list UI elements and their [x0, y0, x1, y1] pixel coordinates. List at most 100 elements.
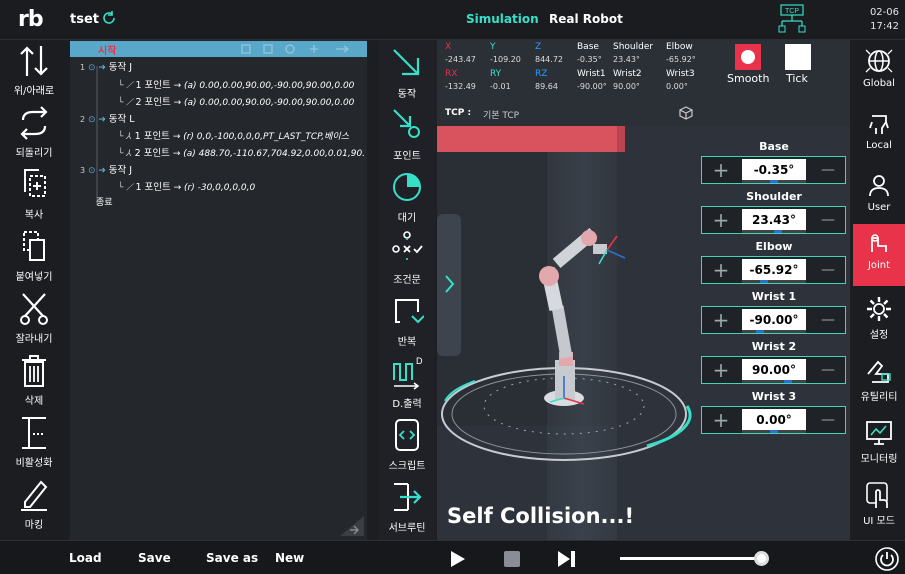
joint-frame-button[interactable]: Joint: [853, 224, 905, 286]
tree-start-row[interactable]: 시작: [70, 41, 367, 57]
joint-decrease-button[interactable]: —: [812, 409, 844, 431]
motion-command-button[interactable]: 동작: [378, 44, 436, 106]
local-frame-button[interactable]: Local: [853, 104, 905, 164]
tree-row[interactable]: 3 ⊙ ➜ 동작 J: [80, 162, 132, 176]
tab-simulation[interactable]: Simulation: [466, 12, 539, 26]
collision-message: Self Collision...!: [447, 504, 635, 528]
joint-increase-button[interactable]: +: [705, 158, 737, 182]
tree-end-row[interactable]: 종료: [96, 195, 113, 208]
cut-button[interactable]: 잘라내기: [0, 288, 68, 350]
move-up-down-label: 위/아래로: [13, 86, 55, 97]
joint-decrease-button[interactable]: —: [812, 159, 844, 181]
condition-command-button[interactable]: 조건문: [378, 230, 436, 292]
digital-output-button[interactable]: D D.출력: [378, 354, 436, 416]
tick-toggle[interactable]: [785, 44, 811, 70]
joint-level-indicator: [756, 330, 764, 333]
undo-label: 되돌리기: [15, 148, 53, 159]
subroutine-label: 서브루틴: [388, 523, 426, 534]
stop-icon[interactable]: [503, 550, 521, 568]
joint-value[interactable]: 90.00°: [742, 359, 806, 381]
cube-icon[interactable]: [679, 106, 693, 120]
smooth-toggle[interactable]: [735, 44, 761, 70]
copy-label: 복사: [24, 210, 44, 221]
joint-decrease-button[interactable]: —: [812, 209, 844, 231]
up-down-arrows-icon: [20, 46, 48, 76]
move-up-down-button[interactable]: 위/아래로: [0, 40, 68, 102]
global-frame-button[interactable]: Global: [853, 42, 905, 102]
script-button[interactable]: 스크립트: [378, 416, 436, 478]
tree-row[interactable]: └ ⟋ 2 포인트 → (a) 0.00,0.00,90.00,-90.00,9…: [118, 94, 354, 108]
undo-button[interactable]: 되돌리기: [0, 102, 68, 164]
tab-real-robot[interactable]: Real Robot: [549, 12, 623, 26]
joint-name-label: Shoulder: [746, 190, 802, 203]
play-icon[interactable]: [450, 550, 466, 568]
delete-button[interactable]: 삭제: [0, 350, 68, 412]
speed-slider[interactable]: [620, 551, 769, 566]
loop-command-button[interactable]: 반복: [378, 292, 436, 354]
joint-decrease-button[interactable]: —: [812, 309, 844, 331]
joint-increase-button[interactable]: +: [705, 358, 737, 382]
joint-increase-button[interactable]: +: [705, 208, 737, 232]
disable-label: 비활성화: [15, 458, 53, 469]
simulation-view[interactable]: X Y Z Base Shoulder Elbow -243.47 -109.2…: [437, 40, 850, 540]
joint-decrease-button[interactable]: —: [812, 359, 844, 381]
delete-label: 삭제: [24, 396, 44, 407]
monitor-chart-icon: [866, 421, 892, 445]
joint-value[interactable]: -65.92°: [742, 259, 806, 281]
tree-row[interactable]: └ ⟋ 1 포인트 → (r) -30,0,0,0,0,0: [118, 179, 255, 193]
tcp-icon[interactable]: TCP: [778, 4, 806, 36]
joint-decrease-button[interactable]: —: [812, 259, 844, 281]
condition-label: 조건문: [393, 275, 421, 286]
paste-button[interactable]: 붙여넣기: [0, 226, 68, 288]
smooth-label: Smooth: [727, 72, 770, 85]
save-button[interactable]: Save: [138, 551, 171, 565]
tree-guide-lines: [96, 66, 98, 206]
marking-button[interactable]: 마킹: [0, 474, 68, 536]
joint-level-bar: [742, 330, 806, 333]
global-label: Global: [863, 78, 895, 89]
joint-increase-button[interactable]: +: [705, 258, 737, 282]
joint-control: +0.00° —: [701, 406, 846, 434]
disable-button[interactable]: 비활성화: [0, 412, 68, 474]
joint-name-label: Elbow: [755, 240, 793, 253]
power-icon[interactable]: [874, 546, 900, 572]
joint-increase-button[interactable]: +: [705, 408, 737, 432]
resize-arrow-icon[interactable]: [340, 516, 364, 536]
joint-level-indicator: [760, 280, 768, 283]
joint-icon: [871, 234, 887, 252]
digital-output-icon: D: [393, 356, 423, 390]
gear-icon: [867, 297, 891, 321]
tcp-value[interactable]: 기본 TCP: [483, 108, 519, 121]
subroutine-button[interactable]: 서브루틴: [378, 478, 436, 540]
step-forward-icon[interactable]: [557, 550, 577, 568]
point-command-button[interactable]: 포인트: [378, 106, 436, 168]
save-as-button[interactable]: Save as: [206, 551, 258, 565]
user-frame-button[interactable]: User: [853, 166, 905, 226]
command-toolbar: 동작 포인트 대기 조건문 반복 D D.출력 스크립트 서브루틴: [378, 40, 436, 540]
cut-label: 잘라내기: [15, 334, 53, 345]
joint-value[interactable]: 23.43°: [742, 209, 806, 231]
load-button[interactable]: Load: [69, 551, 102, 565]
monitoring-button[interactable]: 모니터링: [853, 414, 905, 474]
joint-value[interactable]: -90.00°: [742, 309, 806, 331]
copy-icon: [24, 169, 46, 197]
tree-row[interactable]: └ ⅄ 1 포인트 → (r) 0,0,-100,0,0,0,PT_LAST_T…: [118, 128, 349, 142]
refresh-icon[interactable]: [101, 10, 117, 26]
joint-value[interactable]: -0.35°: [742, 159, 806, 181]
tree-row[interactable]: 2 ⊙ ➜ 동작 L: [80, 111, 135, 125]
joint-value[interactable]: 0.00°: [742, 409, 806, 431]
joint-increase-button[interactable]: +: [705, 308, 737, 332]
wait-command-button[interactable]: 대기: [378, 168, 436, 230]
tree-row[interactable]: └ ⅄ 2 포인트 → (a) 488.70,-110.67,704.92,0.…: [118, 145, 365, 159]
copy-button[interactable]: 복사: [0, 164, 68, 226]
tree-row[interactable]: └ ⟋ 1 포인트 → (a) 0.00,0.00,90.00,-90.00,9…: [118, 77, 354, 91]
utility-button[interactable]: 유틸리티: [853, 352, 905, 412]
tcp-label: TCP :: [445, 108, 472, 118]
ui-mode-button[interactable]: UI 모드: [853, 476, 905, 536]
app-logo: rb: [18, 7, 44, 32]
user-icon: [869, 175, 889, 197]
settings-button[interactable]: 설정: [853, 290, 905, 350]
tree-row[interactable]: 1 ⊙ ➜ 동작 J: [80, 59, 132, 73]
new-button[interactable]: New: [275, 551, 304, 565]
speed-slider-handle[interactable]: [754, 551, 769, 566]
